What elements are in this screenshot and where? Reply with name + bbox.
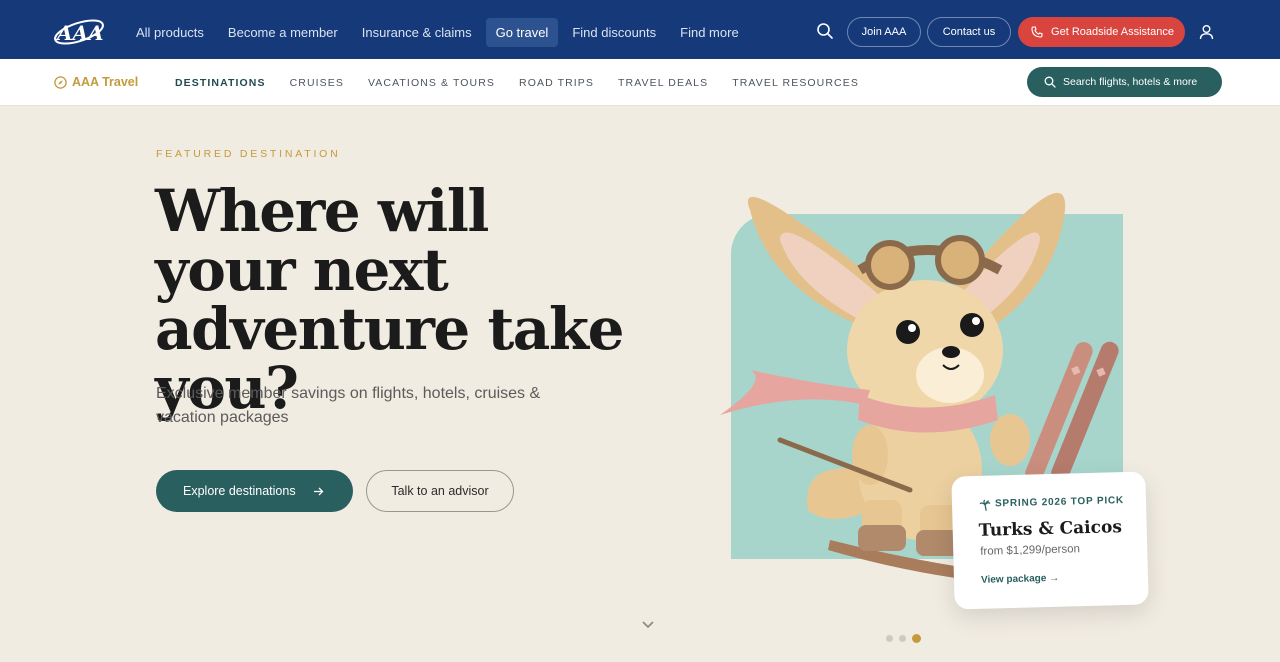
view-package-link[interactable]: View package → (981, 573, 1059, 586)
primary-nav: All products Become a member Insurance &… (126, 18, 749, 47)
card-destination-title: Turks & Caicos (978, 517, 1123, 541)
talk-to-advisor-button[interactable]: Talk to an advisor (366, 470, 514, 512)
roadside-label: Get Roadside Assistance (1051, 26, 1174, 38)
arrow-right-icon: → (1049, 572, 1060, 585)
search-icon[interactable] (816, 22, 834, 40)
top-navigation-bar: AAA All products Become a member Insuran… (0, 0, 1280, 59)
card-badge: SPRING 2026 TOP PICK (994, 495, 1125, 510)
tab-travel-deals[interactable]: TRAVEL DEALS (618, 77, 708, 89)
carousel-pagination (886, 634, 921, 643)
hero-eyebrow: FEATURED DESTINATION (156, 148, 341, 160)
travel-category-tabs: DESTINATIONS CRUISES VACATIONS & TOURS R… (175, 77, 883, 89)
aaa-logo-icon[interactable]: AAA (52, 14, 106, 48)
tab-travel-resources[interactable]: TRAVEL RESOURCES (732, 77, 859, 89)
phone-icon (1031, 26, 1043, 38)
explore-destinations-label: Explore destinations (183, 484, 296, 498)
tab-road-trips[interactable]: ROAD TRIPS (519, 77, 594, 89)
view-package-label: View package (980, 573, 1047, 586)
carousel-dot-3[interactable] (912, 634, 921, 643)
nav-insurance-claims[interactable]: Insurance & claims (352, 18, 482, 47)
tab-cruises[interactable]: CRUISES (290, 77, 344, 89)
chevron-down-icon[interactable] (641, 620, 655, 630)
card-price: from $1,299/person (980, 543, 1081, 558)
search-icon (1044, 76, 1056, 88)
nav-become-member[interactable]: Become a member (218, 18, 348, 47)
svg-text:AAA: AAA (55, 21, 104, 45)
carousel-dot-1[interactable] (886, 635, 893, 642)
tab-vacations-tours[interactable]: VACATIONS & TOURS (368, 77, 495, 89)
nav-find-discounts[interactable]: Find discounts (562, 18, 666, 47)
nav-go-travel[interactable]: Go travel (485, 18, 559, 47)
compass-icon (54, 75, 67, 89)
arrow-right-icon (314, 487, 324, 496)
user-icon[interactable] (1199, 24, 1214, 40)
brand-label: AAA Travel (72, 75, 139, 89)
travel-sub-navigation: AAA Travel DESTINATIONS CRUISES VACATION… (0, 59, 1280, 106)
nav-find-more[interactable]: Find more (670, 18, 749, 47)
hero-subtext: Exclusive member savings on flights, hot… (156, 385, 541, 426)
carousel-dot-2[interactable] (899, 635, 906, 642)
search-flights-label: Search flights, hotels & more (1063, 76, 1198, 88)
nav-all-products[interactable]: All products (126, 18, 214, 47)
roadside-assistance-button[interactable]: Get Roadside Assistance (1018, 17, 1185, 47)
aaa-travel-brand[interactable]: AAA Travel (54, 75, 138, 89)
palm-tree-icon (979, 499, 991, 511)
tab-destinations[interactable]: DESTINATIONS (175, 77, 266, 89)
join-aaa-button[interactable]: Join AAA (847, 17, 921, 47)
explore-destinations-button[interactable]: Explore destinations (156, 470, 353, 512)
search-flights-button[interactable]: Search flights, hotels & more (1027, 67, 1222, 97)
contact-us-button[interactable]: Contact us (927, 17, 1011, 47)
featured-destination-card[interactable]: SPRING 2026 TOP PICK Turks & Caicos from… (951, 471, 1149, 610)
